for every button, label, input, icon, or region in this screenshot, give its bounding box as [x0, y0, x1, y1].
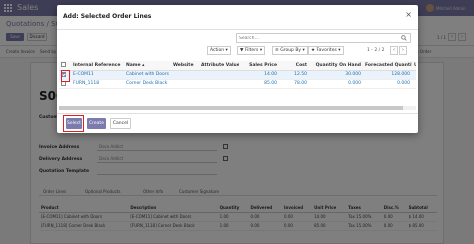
column-header-forecasted-quantity[interactable]: Forecasted Quantity [363, 61, 412, 71]
column-header-internal-reference[interactable]: Internal Reference [71, 61, 124, 71]
create-button[interactable]: Create [87, 118, 106, 129]
cell-sales-price: 14.00 [239, 70, 279, 80]
select-all-checkbox-cell[interactable] [59, 61, 71, 71]
cell-quantity-on-hand: 0.000 [309, 79, 363, 89]
divider [57, 113, 418, 114]
cell-uom [412, 70, 416, 80]
cell-attribute-values [199, 79, 239, 89]
pager-next-button[interactable]: › [399, 46, 407, 55]
filters-dropdown[interactable]: ▼ Filters ▾ [237, 46, 266, 55]
caret-down-icon: ▾ [225, 48, 228, 53]
cell-website [171, 79, 199, 89]
scrollbar-thumb[interactable] [59, 106, 403, 110]
column-header-attribute-values[interactable]: Attribute Values [199, 61, 239, 71]
column-title: Name [126, 62, 141, 68]
sort-caret-icon: ▴ [142, 62, 145, 68]
pager-prev-button[interactable]: ‹ [390, 46, 398, 55]
search-icon[interactable] [401, 35, 407, 41]
cell-name: Corner Desk Black [124, 79, 171, 89]
cell-uom [412, 79, 416, 89]
cell-cost: 78.00 [279, 79, 309, 89]
filter-icon: ▼ [240, 48, 244, 53]
cell-forecasted-quantity: 0.000 [363, 79, 412, 89]
groupby-label: Group By [280, 48, 302, 53]
select-highlight-box [63, 115, 84, 132]
divider [57, 29, 418, 30]
select-order-lines-dialog: Add: Selected Order Lines × Action ▾ ▼ F… [57, 5, 418, 133]
column-header-sales-price[interactable]: Sales Price [239, 61, 279, 71]
column-header-uom[interactable]: U [412, 61, 416, 71]
caret-down-icon: ▾ [338, 48, 341, 53]
search-input[interactable] [237, 34, 387, 42]
cell-internal-reference: FURN_1118 [71, 79, 124, 89]
column-header-name[interactable]: Name ▴ [124, 61, 171, 71]
column-header-cost[interactable]: Cost [279, 61, 309, 71]
list-pager-value[interactable]: 1 - 2 / 2 [367, 48, 384, 53]
cell-sales-price: 85.00 [239, 79, 279, 89]
cell-attribute-values [199, 70, 239, 80]
column-header-quantity-on-hand[interactable]: Quantity On Hand [309, 61, 363, 71]
favorites-label: Favorites [316, 48, 337, 53]
filters-label: Filters [244, 48, 259, 53]
cell-internal-reference: E-COM11 [71, 70, 124, 80]
checkbox-highlight-box [61, 70, 70, 82]
table-row[interactable]: E-COM11 Cabinet with Doors 14.00 12.50 3… [59, 70, 416, 80]
table-header-row: Internal Reference Name ▴ Website Attrib… [59, 61, 416, 71]
table-row[interactable]: FURN_1118 Corner Desk Black 85.00 78.00 … [59, 79, 416, 89]
cell-website [171, 70, 199, 80]
close-icon[interactable]: × [405, 11, 412, 19]
horizontal-scrollbar[interactable] [59, 106, 416, 110]
star-icon: ★ [311, 48, 316, 53]
column-header-website[interactable]: Website [171, 61, 199, 71]
cell-forecasted-quantity: 128.000 [363, 70, 412, 80]
dialog-title: Add: Selected Order Lines [63, 13, 152, 20]
favorites-dropdown[interactable]: ★ Favorites ▾ [308, 46, 344, 55]
cell-quantity-on-hand: 30.000 [309, 70, 363, 80]
search-box [236, 33, 411, 43]
select-all-checkbox[interactable] [61, 62, 66, 68]
action-label: Action [210, 48, 225, 53]
caret-down-icon: ▾ [302, 48, 305, 53]
cell-cost: 12.50 [279, 70, 309, 80]
cell-name: Cabinet with Doors [124, 70, 171, 80]
cancel-button[interactable]: Cancel [110, 118, 131, 129]
groupby-dropdown[interactable]: ≡ Group By ▾ [272, 46, 308, 55]
caret-down-icon: ▾ [259, 48, 263, 53]
action-dropdown[interactable]: Action ▾ [207, 46, 231, 55]
product-list-table: Internal Reference Name ▴ Website Attrib… [59, 61, 416, 89]
layers-icon: ≡ [275, 48, 279, 53]
